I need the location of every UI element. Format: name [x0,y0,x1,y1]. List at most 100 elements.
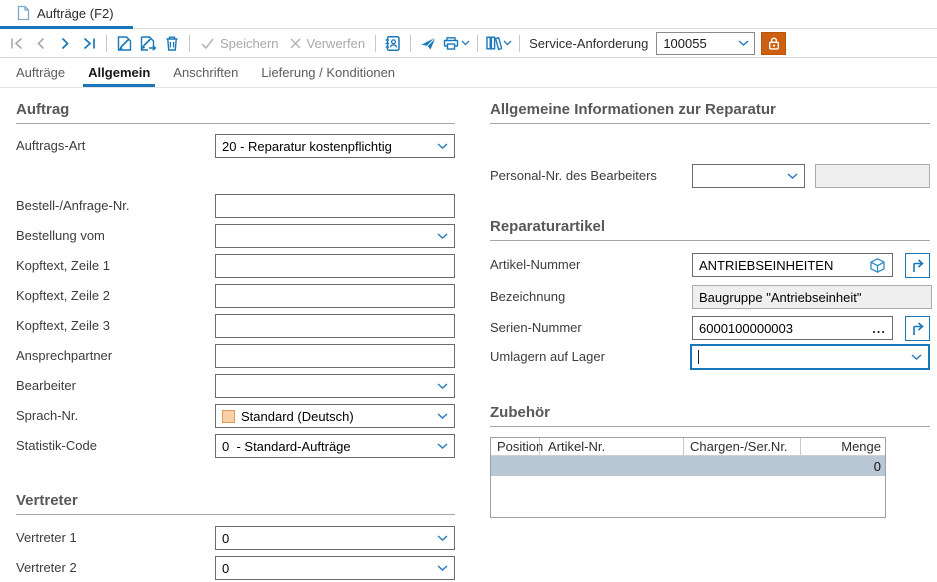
chevron-down-icon [437,413,448,420]
umlagern-auf-lager-combobox[interactable] [690,344,930,370]
delete-icon [164,35,180,52]
toolbar-separator [375,35,376,52]
field-row-serien-nummer: Serien-Nummer 6000100000003 ... [490,316,930,340]
send-button[interactable] [416,30,440,56]
lock-button[interactable] [761,32,786,55]
artikel-nummer-input[interactable]: ANTRIEBSEINHEITEN [692,253,893,277]
artikel-nummer-jump-button[interactable] [905,253,930,278]
last-record-icon [81,36,97,51]
check-icon [200,37,215,50]
new-record-and-jump-button[interactable] [136,30,160,56]
reports-button[interactable] [483,30,514,56]
language-color-swatch [222,410,235,423]
column-header-artikel-nr[interactable]: Artikel-Nr. [540,438,684,455]
ansprechpartner-input[interactable] [215,344,455,368]
new-record-button[interactable] [112,30,136,56]
field-row-sprach-nr: Sprach-Nr. Standard (Deutsch) [16,404,455,428]
vertreter-1-combobox[interactable]: 0 [215,526,455,550]
sprach-nr-combobox[interactable]: Standard (Deutsch) [215,404,455,428]
serien-nummer-input[interactable]: 6000100000003 ... [692,316,893,340]
column-header-chargen-ser-nr[interactable]: Chargen-/Ser.Nr. [684,438,801,455]
auftrags-art-value: 20 - Reparatur kostenpflichtig [222,139,433,154]
cell-artikel-nr [540,456,684,476]
section-header-zubehoer: Zubehör [490,404,930,427]
section-header-auftrag: Auftrag [16,101,455,124]
cell-position [491,456,540,476]
chevron-down-icon [437,443,448,450]
first-record-button[interactable] [5,30,29,56]
jump-arrow-icon [909,257,926,274]
serien-nummer-browse-button[interactable]: ... [872,321,886,336]
column-header-position[interactable]: Position [491,438,540,455]
print-button[interactable] [440,30,472,56]
table-row-selected[interactable]: 0 [491,456,885,476]
field-row-statistik-code: Statistik-Code 0 - Standard-Aufträge [16,434,455,458]
field-row-ansprechpartner: Ansprechpartner [16,344,455,368]
kopftext-zeile-2-label: Kopftext, Zeile 2 [16,284,110,308]
tab-allgemein[interactable]: Allgemein [77,58,161,87]
kopftext-zeile-3-input[interactable] [215,314,455,338]
vertreter-2-combobox[interactable]: 0 [215,556,455,580]
next-record-button[interactable] [53,30,77,56]
field-row-kopftext-zeile-3: Kopftext, Zeile 3 [16,314,455,338]
service-anforderung-label: Service-Anforderung [529,36,648,51]
printer-icon [442,36,460,51]
cell-chargen-ser-nr [684,456,801,476]
address-book-icon [384,35,402,52]
serien-nummer-jump-button[interactable] [905,316,930,341]
article-cube-icon[interactable] [869,257,886,274]
section-header-vertreter: Vertreter [16,492,455,515]
save-label: Speichern [220,36,279,51]
serien-nummer-label: Serien-Nummer [490,316,582,340]
window-tab-auftraege[interactable]: Aufträge (F2) [0,0,133,26]
toolbar-separator [410,35,411,52]
chevron-down-icon [437,535,448,542]
last-record-button[interactable] [77,30,101,56]
vertreter-1-label: Vertreter 1 [16,526,77,550]
kopftext-zeile-2-input[interactable] [215,284,455,308]
personal-nr-combobox[interactable] [692,164,805,188]
delete-record-button[interactable] [160,30,184,56]
vertreter-2-value: 0 [222,561,433,576]
tab-auftraege[interactable]: Aufträge [5,58,76,87]
statistik-code-label: Statistik-Code [16,434,97,458]
address-book-button[interactable] [381,30,405,56]
bestellung-vom-combobox[interactable] [215,224,455,248]
auftrags-art-label: Auftrags-Art [16,134,85,158]
statistik-code-value: 0 - Standard-Aufträge [222,439,433,454]
bezeichnung-label: Bezeichnung [490,285,565,309]
kopftext-zeile-1-label: Kopftext, Zeile 1 [16,254,110,278]
field-row-umlagern-auf-lager: Umlagern auf Lager [490,344,930,370]
toolbar-separator [519,35,520,52]
lock-icon [767,36,781,51]
field-row-vertreter-1: Vertreter 1 0 [16,526,455,550]
service-anforderung-value: 100055 [663,36,706,51]
statistik-code-combobox[interactable]: 0 - Standard-Aufträge [215,434,455,458]
save-button[interactable]: Speichern [195,30,284,56]
bestell-anfrage-nr-input[interactable] [215,194,455,218]
tab-anschriften[interactable]: Anschriften [162,58,249,87]
sprach-nr-value: Standard (Deutsch) [241,409,433,424]
service-anforderung-combobox[interactable]: 100055 [656,32,755,55]
send-icon [420,36,437,51]
field-row-auftrags-art: Auftrags-Art 20 - Reparatur kostenpflich… [16,134,455,158]
chevron-down-icon [911,354,922,361]
tab-lieferung-konditionen[interactable]: Lieferung / Konditionen [250,58,406,87]
page-tab-bar: Aufträge Allgemein Anschriften Lieferung… [0,58,937,88]
field-row-kopftext-zeile-2: Kopftext, Zeile 2 [16,284,455,308]
column-header-menge[interactable]: Menge [801,438,885,455]
bearbeiter-combobox[interactable] [215,374,455,398]
personal-nr-label: Personal-Nr. des Bearbeiters [490,164,657,188]
discard-label: Verwerfen [307,36,366,51]
discard-button[interactable]: Verwerfen [284,30,371,56]
section-header-reparatur-info: Allgemeine Informationen zur Reparatur [490,101,930,124]
bestell-anfrage-nr-label: Bestell-/Anfrage-Nr. [16,194,129,218]
chevron-down-icon [461,40,470,46]
previous-record-button[interactable] [29,30,53,56]
field-row-bearbeiter: Bearbeiter [16,374,455,398]
auftrags-art-combobox[interactable]: 20 - Reparatur kostenpflichtig [215,134,455,158]
x-icon [289,37,302,50]
field-row-bezeichnung: Bezeichnung Baugruppe "Antriebseinheit" [490,285,930,309]
document-icon [17,5,30,21]
kopftext-zeile-1-input[interactable] [215,254,455,278]
